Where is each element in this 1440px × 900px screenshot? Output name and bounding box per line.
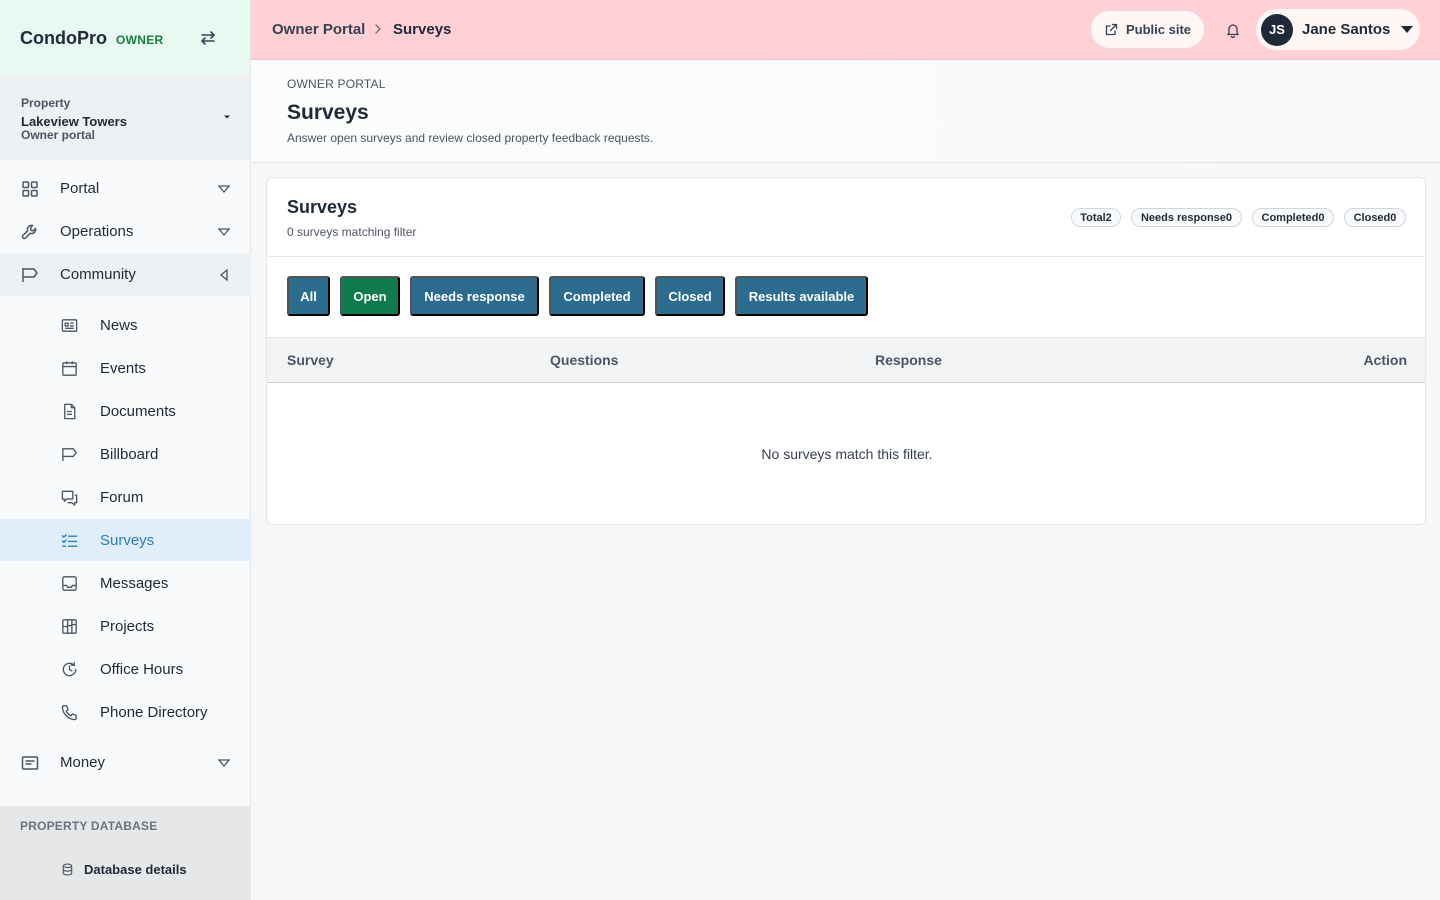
user-name: Jane Santos [1302, 21, 1391, 38]
triangle-left-icon [219, 268, 228, 281]
external-link-icon [1105, 23, 1118, 35]
page-header: OWNER PORTAL Surveys Answer open surveys… [251, 60, 1440, 163]
nav-group-label: Portal [60, 180, 100, 197]
sidebar-item-phone-directory[interactable]: Phone Directory [0, 691, 251, 733]
sidebar-item-office-hours[interactable]: Office Hours [0, 648, 251, 690]
phone-icon [61, 704, 77, 720]
nav-group-label: Community [60, 266, 136, 283]
brand: CondoPro OWNER [0, 0, 250, 76]
brand-name: CondoPro [20, 27, 107, 48]
brand-role-badge: OWNER [116, 33, 164, 47]
sidebar-item-messages[interactable]: Messages [0, 562, 251, 604]
sidebar: CondoPro OWNER Property Lakeview Towers … [0, 0, 251, 900]
nav-group-label: Money [60, 754, 106, 771]
triangle-down-icon [217, 758, 231, 767]
chevron-right-icon [375, 24, 381, 34]
nav-group-label: Operations [60, 223, 134, 240]
sidebar-item-documents[interactable]: Documents [0, 390, 251, 432]
kanban-icon [62, 618, 77, 634]
section-title: PROPERTY DATABASE [20, 819, 158, 833]
stat-pill-completed: Completed0 [1252, 208, 1334, 227]
sidebar-item-label: Forum [100, 488, 144, 506]
sidebar-item-database-details[interactable]: Database details [0, 854, 251, 884]
nav-group-operations[interactable]: Operations [0, 210, 251, 253]
column-header-questions: Questions [550, 352, 619, 368]
document-icon [64, 403, 76, 419]
avatar: JS [1261, 13, 1293, 46]
sidebar-item-forum[interactable]: Forum [0, 476, 251, 518]
sidebar-item-label: Projects [100, 617, 155, 635]
page-description: Answer open surveys and review closed pr… [287, 131, 654, 145]
caret-down-icon [1401, 26, 1413, 33]
sidebar-item-surveys[interactable]: Surveys [0, 519, 251, 561]
signpost-icon [22, 267, 38, 282]
sidebar-item-events[interactable]: Events [0, 347, 251, 389]
sidebar-item-label: Events [100, 359, 146, 377]
card-title: Surveys [287, 197, 358, 217]
sidebar-item-label: Messages [100, 574, 169, 592]
chat-icon [61, 490, 78, 506]
checklist-icon [61, 533, 78, 547]
column-header-survey: Survey [287, 352, 334, 368]
table-header: Survey Questions Response Action [267, 337, 1425, 383]
database-icon [62, 863, 73, 875]
nav-group-money[interactable]: Money [0, 741, 251, 784]
public-site-label: Public site [1126, 22, 1192, 37]
sidebar-item-billboard[interactable]: Billboard [0, 433, 251, 475]
public-site-button[interactable]: Public site [1090, 10, 1205, 49]
top-bar: Owner Portal Surveys Public site JS Jane… [251, 0, 1440, 60]
grid-icon [22, 180, 38, 197]
card-subtitle: 0 surveys matching filter [287, 225, 417, 239]
sidebar-item-label: Documents [100, 402, 176, 420]
sidebar-item-label: Billboard [100, 445, 159, 463]
sidebar-item-label: News [100, 316, 138, 334]
divider [267, 256, 1425, 257]
nav-group-portal[interactable]: Portal [0, 167, 251, 210]
column-header-action: Action [1363, 352, 1407, 368]
newspaper-icon [61, 318, 78, 332]
empty-state-message: No surveys match this filter. [761, 446, 933, 462]
sidebar-item-label: Surveys [100, 531, 155, 549]
sidebar-item-news[interactable]: News [0, 304, 251, 346]
stat-pill-closed: Closed0 [1344, 208, 1406, 227]
bell-icon[interactable] [1225, 22, 1241, 38]
property-name: Lakeview Towers [21, 114, 127, 129]
property-database-section: PROPERTY DATABASE Database details [0, 806, 251, 900]
nav-group-community[interactable]: Community [0, 253, 251, 296]
column-header-response: Response [875, 352, 942, 368]
calendar-icon [62, 360, 77, 376]
breadcrumb-current: Surveys [393, 21, 452, 38]
stat-pill-needs-response: Needs response0 [1131, 208, 1242, 227]
user-menu-button[interactable]: JS Jane Santos [1256, 9, 1420, 50]
receipt-icon [21, 755, 39, 770]
filter-all-button[interactable]: All [287, 276, 330, 316]
caret-down-icon [224, 115, 230, 119]
triangle-down-icon [217, 227, 231, 236]
property-subtitle: Owner portal [21, 128, 96, 142]
triangle-down-icon [217, 184, 231, 193]
sidebar-item-projects[interactable]: Projects [0, 605, 251, 647]
sidebar-item-label: Database details [84, 861, 187, 877]
property-label: Property [21, 96, 71, 110]
filter-needs-response-button[interactable]: Needs response [410, 276, 539, 316]
filter-completed-button[interactable]: Completed [549, 276, 645, 316]
wrench-icon [21, 224, 37, 239]
breadcrumb-owner-portal[interactable]: Owner Portal [272, 21, 365, 38]
filter-closed-button[interactable]: Closed [655, 276, 725, 316]
property-selector[interactable]: Property Lakeview Towers Owner portal [0, 76, 250, 160]
sidebar-item-label: Phone Directory [100, 703, 208, 721]
clock-history-icon [62, 661, 77, 676]
page-eyebrow: OWNER PORTAL [287, 77, 386, 91]
swap-icon[interactable] [198, 28, 218, 48]
inbox-icon [62, 575, 77, 591]
signpost-icon [62, 447, 77, 461]
filter-open-button[interactable]: Open [340, 276, 400, 316]
filter-results-available-button[interactable]: Results available [735, 276, 868, 316]
sidebar-item-label: Office Hours [100, 660, 184, 678]
stat-pill-total: Total2 [1071, 208, 1121, 227]
surveys-card: Surveys 0 surveys matching filter Total2… [266, 177, 1426, 525]
page-title: Surveys [287, 101, 369, 124]
